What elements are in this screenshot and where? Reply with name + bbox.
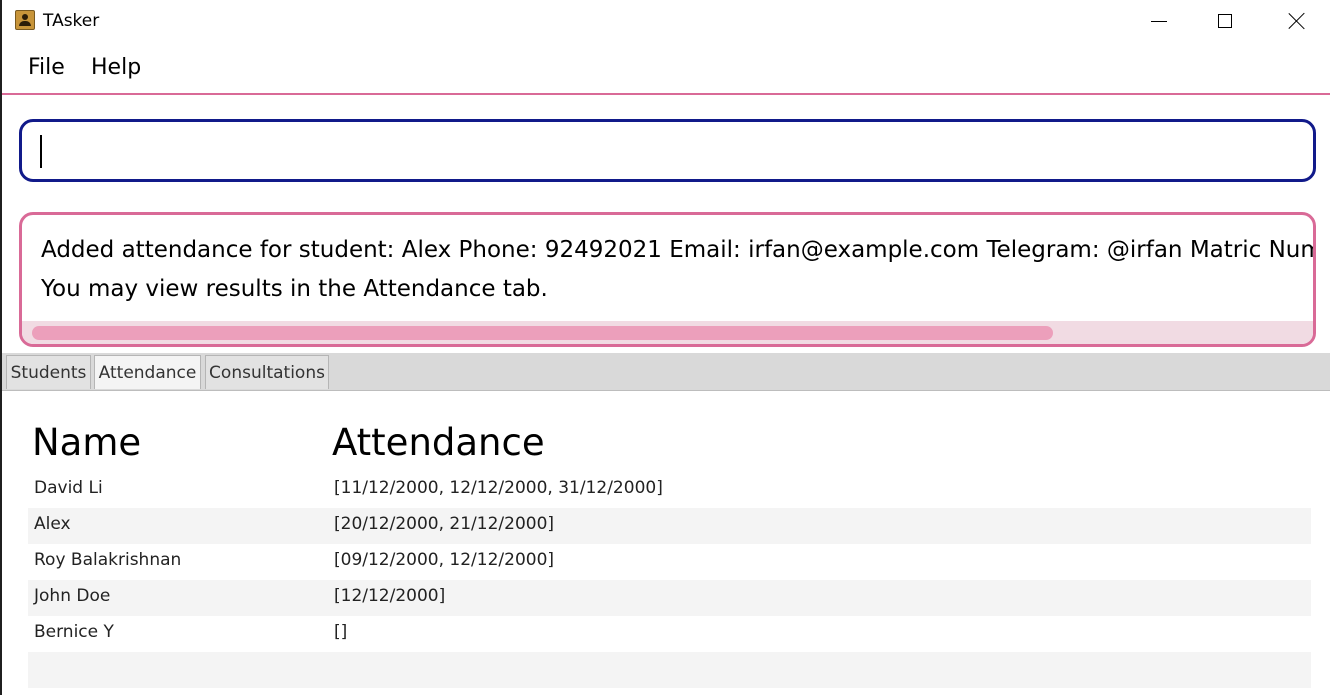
table-row[interactable]: Alex [20/12/2000, 21/12/2000] bbox=[28, 508, 1311, 544]
minimize-button[interactable] bbox=[1124, 0, 1194, 42]
cell-name: Alex bbox=[34, 514, 71, 534]
window-title: TAsker bbox=[43, 11, 100, 31]
table-row[interactable]: David Li [11/12/2000, 12/12/2000, 31/12/… bbox=[28, 472, 1311, 508]
horizontal-scrollbar[interactable] bbox=[22, 321, 1313, 344]
tab-bar: Students Attendance Consultations bbox=[2, 353, 1330, 391]
menu-help[interactable]: Help bbox=[89, 55, 143, 80]
tab-attendance[interactable]: Attendance bbox=[94, 355, 201, 389]
app-window: TAsker File Help Added attendance for st… bbox=[0, 0, 1330, 695]
minimize-icon bbox=[1151, 20, 1167, 22]
title-bar[interactable]: TAsker bbox=[2, 0, 1330, 42]
address-book-icon bbox=[15, 10, 35, 30]
close-icon bbox=[1288, 12, 1306, 30]
cell-attendance: [20/12/2000, 21/12/2000] bbox=[334, 514, 555, 534]
tab-consultations[interactable]: Consultations bbox=[205, 355, 329, 389]
maximize-icon bbox=[1218, 14, 1232, 28]
tab-students[interactable]: Students bbox=[6, 355, 91, 389]
table-row[interactable]: Bernice Y [] bbox=[28, 616, 1311, 652]
command-input[interactable] bbox=[19, 119, 1316, 182]
table-row[interactable]: Roy Balakrishnan [09/12/2000, 12/12/2000… bbox=[28, 544, 1311, 580]
table-header: Name Attendance bbox=[28, 421, 1311, 464]
scrollbar-thumb[interactable] bbox=[32, 326, 1053, 340]
cell-name: John Doe bbox=[34, 586, 111, 606]
cell-name: Bernice Y bbox=[34, 622, 114, 642]
result-message-line-2: You may view results in the Attendance t… bbox=[41, 276, 548, 302]
cell-attendance: [] bbox=[334, 622, 348, 642]
result-message-line-1: Added attendance for student: Alex Phone… bbox=[41, 237, 1316, 263]
menu-bar: File Help bbox=[2, 42, 1330, 95]
menu-file[interactable]: File bbox=[26, 55, 67, 80]
attendance-table: David Li [11/12/2000, 12/12/2000, 31/12/… bbox=[28, 472, 1311, 688]
attendance-panel: Name Attendance David Li [11/12/2000, 12… bbox=[2, 391, 1330, 695]
column-header-attendance: Attendance bbox=[332, 421, 545, 464]
cell-attendance: [11/12/2000, 12/12/2000, 31/12/2000] bbox=[334, 478, 663, 498]
table-row-empty bbox=[28, 652, 1311, 688]
table-row[interactable]: John Doe [12/12/2000] bbox=[28, 580, 1311, 616]
cell-attendance: [09/12/2000, 12/12/2000] bbox=[334, 550, 555, 570]
cell-attendance: [12/12/2000] bbox=[334, 586, 446, 606]
result-display[interactable]: Added attendance for student: Alex Phone… bbox=[19, 212, 1316, 347]
text-caret bbox=[40, 135, 42, 168]
column-header-name: Name bbox=[32, 421, 142, 464]
maximize-button[interactable] bbox=[1190, 0, 1260, 42]
close-button[interactable] bbox=[1262, 0, 1330, 42]
cell-name: David Li bbox=[34, 478, 103, 498]
cell-name: Roy Balakrishnan bbox=[34, 550, 182, 570]
